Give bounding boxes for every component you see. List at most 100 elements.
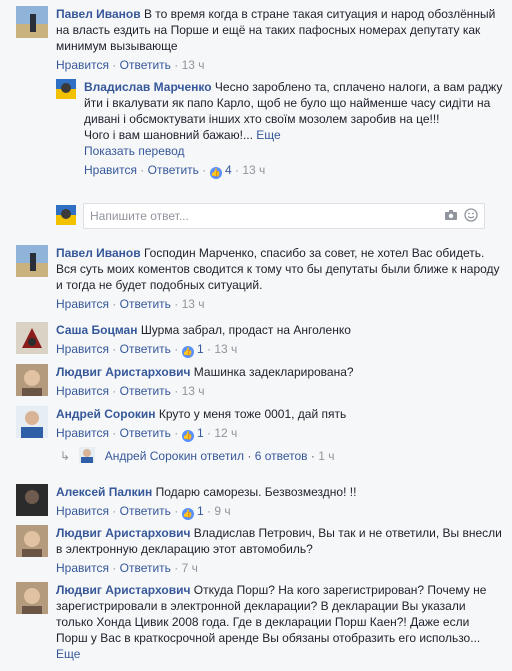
like-count[interactable]: 1	[197, 342, 204, 356]
comment-text-line2: Чого і вам шановний бажаю!...	[84, 128, 253, 142]
timestamp[interactable]: 13 ч	[182, 297, 205, 311]
like-link[interactable]: Нравится	[56, 504, 109, 518]
thumbs-up-icon: 👍	[181, 346, 194, 358]
timestamp[interactable]: 13 ч	[214, 342, 237, 356]
like-link[interactable]: Нравится	[56, 384, 109, 398]
separator: ·	[174, 342, 179, 356]
separator: ·	[112, 342, 117, 356]
like-count[interactable]: 1	[197, 426, 204, 440]
like-count[interactable]: 4	[225, 163, 232, 177]
comment: Людвиг Аристархович Владислав Петрович, …	[16, 525, 504, 577]
reply-composer: Напишите ответ...	[56, 203, 496, 229]
thumbs-up-icon: 👍	[181, 430, 194, 442]
avatar	[79, 447, 96, 463]
reply-link[interactable]: Ответить	[120, 561, 171, 575]
comment-author[interactable]: Владислав Марченко	[84, 80, 212, 94]
comment-author[interactable]: Алексей Палкин	[56, 485, 152, 499]
avatar[interactable]	[16, 484, 48, 516]
thumbs-up-icon: 👍	[181, 508, 194, 520]
comment-actions: Нравится · Ответить · 13 ч	[56, 56, 504, 74]
separator: ·	[112, 297, 117, 311]
comment-actions: Нравится · Ответить · 👍 1 · 9 ч	[56, 502, 504, 520]
like-link[interactable]: Нравится	[56, 297, 109, 311]
replies-thread[interactable]: ↳ Андрей Сорокин ответил · 6 ответов · 1…	[60, 447, 335, 464]
separator: ·	[112, 561, 117, 575]
reply-link[interactable]: Ответить	[120, 504, 171, 518]
avatar[interactable]	[16, 582, 48, 614]
comment: Андрей Сорокин Круто у меня тоже 0001, д…	[16, 406, 504, 442]
separator: ·	[202, 163, 207, 177]
comment: Алексей Палкин Подарю саморезы. Безвозме…	[16, 484, 504, 520]
separator: ·	[112, 426, 117, 440]
timestamp[interactable]: 9 ч	[214, 504, 230, 518]
separator: ·	[235, 163, 239, 177]
timestamp[interactable]: 7 ч	[182, 561, 198, 575]
avatar[interactable]	[16, 245, 48, 277]
timestamp[interactable]: 13 ч	[242, 163, 265, 177]
like-link[interactable]: Нравится	[56, 561, 109, 575]
comment-author[interactable]: Андрей Сорокин	[56, 407, 156, 421]
see-more-link[interactable]: Еще	[56, 647, 80, 661]
reply-link[interactable]: Ответить	[120, 384, 171, 398]
comment-text: Шурма забрал, продаст на Анголенко	[140, 323, 351, 337]
comment-actions: Нравится · Ответить · 👍 4 · 13 ч	[84, 161, 504, 179]
separator: ·	[207, 426, 211, 440]
comment-author[interactable]: Людвиг Аристархович	[56, 583, 190, 597]
comment-author[interactable]: Павел Иванов	[56, 7, 141, 21]
separator: ·	[174, 384, 179, 398]
comment-actions: Нравится · Ответить · 7 ч	[56, 559, 504, 577]
thread-action[interactable]: ответил	[200, 449, 244, 463]
separator: ·	[247, 449, 252, 463]
reply-arrow-icon: ↳	[60, 449, 71, 463]
like-count[interactable]: 1	[197, 504, 204, 518]
separator: ·	[207, 342, 211, 356]
reply-link[interactable]: Ответить	[120, 297, 171, 311]
separator: ·	[310, 449, 315, 463]
separator: ·	[174, 504, 179, 518]
comment-author[interactable]: Людвиг Аристархович	[56, 526, 190, 540]
separator: ·	[174, 297, 179, 311]
avatar[interactable]	[16, 6, 48, 38]
reply-link[interactable]: Ответить	[120, 426, 171, 440]
camera-icon[interactable]	[444, 208, 458, 222]
avatar[interactable]	[16, 322, 48, 354]
avatar	[56, 205, 76, 225]
timestamp[interactable]: 12 ч	[214, 426, 237, 440]
timestamp[interactable]: 13 ч	[182, 58, 205, 72]
comment: Людвиг Аристархович Откуда Порш? На кого…	[16, 582, 504, 662]
comment-actions: Нравится · Ответить · 13 ч	[56, 295, 504, 313]
separator: ·	[207, 504, 211, 518]
avatar[interactable]	[16, 364, 48, 396]
avatar[interactable]	[56, 79, 76, 99]
thread-count[interactable]: 6 ответов	[255, 449, 308, 463]
comment-actions: Нравится · Ответить · 👍 1 · 12 ч	[56, 424, 504, 442]
like-link[interactable]: Нравится	[56, 426, 109, 440]
reply-link[interactable]: Ответить	[148, 163, 199, 177]
reply-placeholder: Напишите ответ...	[90, 209, 189, 223]
comment-author[interactable]: Павел Иванов	[56, 246, 141, 260]
separator: ·	[174, 426, 179, 440]
show-translation-link[interactable]: Показать перевод	[84, 143, 504, 159]
comment: Людвиг Аристархович Машинка задеклариров…	[16, 364, 504, 400]
comment-actions: Нравится · Ответить · 13 ч	[56, 382, 504, 400]
thread-author[interactable]: Андрей Сорокин	[105, 449, 197, 463]
thread-time: 1 ч	[318, 449, 335, 463]
avatar[interactable]	[16, 525, 48, 557]
separator: ·	[140, 163, 145, 177]
like-link[interactable]: Нравится	[56, 342, 109, 356]
see-more-link[interactable]: Еще	[256, 128, 280, 142]
timestamp[interactable]: 13 ч	[182, 384, 205, 398]
like-link[interactable]: Нравится	[84, 163, 137, 177]
comment-text: Машинка задекларирована?	[193, 365, 354, 379]
avatar[interactable]	[16, 406, 48, 438]
comment-text: Круто у меня тоже 0001, дай пять	[158, 407, 347, 421]
comment-author[interactable]: Саша Боцман	[56, 323, 137, 337]
separator: ·	[174, 561, 179, 575]
reply-link[interactable]: Ответить	[120, 58, 171, 72]
reply-input[interactable]: Напишите ответ...	[83, 203, 485, 229]
emoji-icon[interactable]	[464, 208, 478, 222]
like-link[interactable]: Нравится	[56, 58, 109, 72]
reply-comment: Владислав Марченко Чесно зароблено та, с…	[56, 79, 504, 179]
comment-author[interactable]: Людвиг Аристархович	[56, 365, 190, 379]
reply-link[interactable]: Ответить	[120, 342, 171, 356]
